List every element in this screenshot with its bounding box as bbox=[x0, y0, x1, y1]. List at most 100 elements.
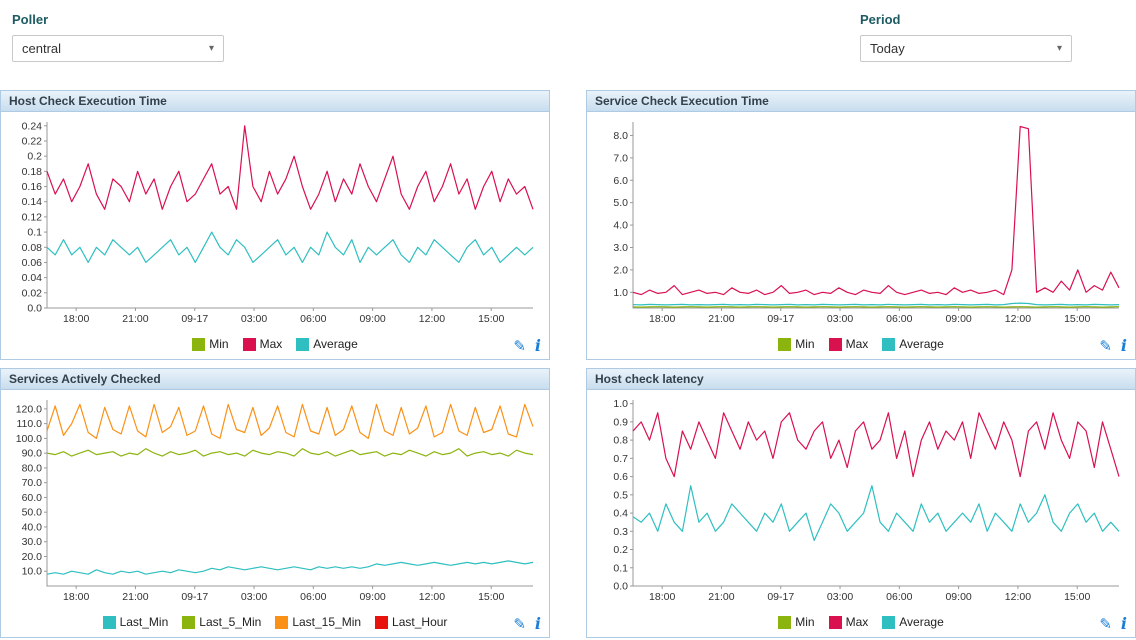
y-tick-label: 0.06 bbox=[22, 257, 43, 269]
legend-label: Last_5_Min bbox=[199, 615, 261, 629]
y-tick-label: 0.5 bbox=[613, 489, 628, 501]
info-icon[interactable]: i bbox=[535, 616, 541, 632]
y-tick-label: 120.0 bbox=[16, 403, 42, 415]
filter-bar: Poller central ▾ Period Today ▾ bbox=[0, 0, 1136, 90]
y-tick-label: 1.0 bbox=[613, 398, 628, 410]
panel-title: Host check latency bbox=[587, 369, 1135, 390]
y-tick-label: 110.0 bbox=[17, 418, 43, 430]
panel-host-check-latency: Host check latency 0.0 0.1 0.2 0.3 0.4 0.5 0.6… bbox=[586, 368, 1136, 638]
legend-swatch bbox=[882, 338, 895, 351]
x-tick-label: 06:00 bbox=[300, 313, 326, 325]
chevron-down-icon: ▾ bbox=[1057, 43, 1062, 54]
x-tick-label: 18:00 bbox=[649, 591, 675, 603]
legend-label: Min bbox=[209, 337, 228, 351]
x-tick-label: 06:00 bbox=[886, 591, 912, 603]
series-line-average bbox=[47, 232, 533, 262]
y-tick-label: 0.3 bbox=[613, 526, 628, 538]
y-tick-label: 0.4 bbox=[613, 508, 628, 520]
info-icon[interactable]: i bbox=[1121, 616, 1127, 632]
chart-legend: Min Max Average bbox=[587, 333, 1135, 355]
chart-canvas: 1.02.03.04.05.06.07.08.018:0021:0009-170… bbox=[591, 114, 1127, 330]
y-tick-label: 4.0 bbox=[613, 220, 628, 232]
y-tick-label: 20.0 bbox=[22, 551, 43, 563]
x-tick-label: 03:00 bbox=[241, 591, 267, 603]
x-tick-label: 03:00 bbox=[827, 313, 853, 325]
y-tick-label: 90.0 bbox=[22, 448, 43, 460]
series-line-max bbox=[633, 127, 1119, 295]
x-tick-label: 18:00 bbox=[63, 591, 89, 603]
x-tick-label: 09-17 bbox=[181, 313, 208, 325]
legend-swatch bbox=[192, 338, 205, 351]
period-select[interactable]: Today ▾ bbox=[860, 35, 1072, 62]
x-tick-label: 15:00 bbox=[1064, 591, 1090, 603]
period-selected-value: Today bbox=[870, 41, 905, 56]
legend-item-average: Average bbox=[882, 615, 943, 629]
y-tick-label: 40.0 bbox=[22, 521, 43, 533]
legend-item-max: Max bbox=[243, 337, 283, 351]
edit-icon[interactable]: ✎ bbox=[513, 339, 526, 354]
x-tick-label: 12:00 bbox=[1005, 591, 1031, 603]
x-tick-label: 12:00 bbox=[419, 313, 445, 325]
x-tick-label: 06:00 bbox=[300, 591, 326, 603]
y-tick-label: 0.8 bbox=[613, 435, 628, 447]
y-tick-label: 80.0 bbox=[22, 462, 43, 474]
series-line-average bbox=[633, 303, 1119, 305]
y-tick-label: 0.22 bbox=[22, 135, 43, 147]
legend-label: Average bbox=[899, 615, 943, 629]
period-label: Period bbox=[860, 12, 1072, 27]
legend-item-min: Min bbox=[778, 615, 814, 629]
y-tick-label: 0.0 bbox=[613, 581, 628, 593]
y-tick-label: 30.0 bbox=[22, 536, 43, 548]
legend-swatch bbox=[243, 338, 256, 351]
y-tick-label: 0.12 bbox=[22, 211, 43, 223]
series-line-last_min bbox=[47, 561, 533, 574]
poller-control: Poller central ▾ bbox=[12, 12, 224, 90]
legend-item-last_5_min: Last_5_Min bbox=[182, 615, 261, 629]
axis-line bbox=[47, 122, 533, 308]
y-tick-label: 0.6 bbox=[613, 471, 628, 483]
y-tick-label: 5.0 bbox=[613, 197, 628, 209]
edit-icon[interactable]: ✎ bbox=[1099, 339, 1112, 354]
y-tick-label: 0.24 bbox=[22, 120, 43, 132]
legend-swatch bbox=[778, 616, 791, 629]
x-tick-label: 21:00 bbox=[708, 591, 734, 603]
info-icon[interactable]: i bbox=[1121, 338, 1127, 354]
chart-canvas: 10.020.030.040.050.060.070.080.090.0100.… bbox=[5, 392, 541, 608]
chart-canvas: 0.00.10.20.30.40.50.60.70.80.91.018:0021… bbox=[591, 392, 1127, 608]
series-line-max bbox=[633, 413, 1119, 477]
legend-item-max: Max bbox=[829, 337, 869, 351]
legend-item-min: Min bbox=[192, 337, 228, 351]
panel-host-check-execution-time: Host Check Execution Time 0.00.020.040.0… bbox=[0, 90, 550, 360]
legend-label: Min bbox=[795, 615, 814, 629]
legend-swatch bbox=[182, 616, 195, 629]
period-control: Period Today ▾ bbox=[860, 12, 1072, 90]
y-tick-label: 0.2 bbox=[613, 544, 628, 556]
x-tick-label: 09:00 bbox=[945, 591, 971, 603]
y-tick-label: 100.0 bbox=[16, 433, 42, 445]
legend-swatch bbox=[275, 616, 288, 629]
edit-icon[interactable]: ✎ bbox=[513, 617, 526, 632]
y-tick-label: 0.16 bbox=[22, 181, 43, 193]
poller-label: Poller bbox=[12, 12, 224, 27]
legend-item-average: Average bbox=[296, 337, 357, 351]
chart-legend: MinMaxAverage bbox=[587, 611, 1135, 633]
edit-icon[interactable]: ✎ bbox=[1099, 617, 1112, 632]
x-tick-label: 15:00 bbox=[1064, 313, 1090, 325]
legend-swatch bbox=[375, 616, 388, 629]
y-tick-label: 8.0 bbox=[613, 130, 628, 142]
legend-item-min: Min bbox=[778, 337, 814, 351]
x-tick-label: 12:00 bbox=[419, 591, 445, 603]
legend-label: Last_15_Min bbox=[292, 615, 361, 629]
legend-item-average: Average bbox=[882, 337, 943, 351]
x-tick-label: 09:00 bbox=[359, 313, 385, 325]
x-tick-label: 03:00 bbox=[241, 313, 267, 325]
poller-select[interactable]: central ▾ bbox=[12, 35, 224, 62]
legend-label: Max bbox=[260, 337, 283, 351]
x-tick-label: 15:00 bbox=[478, 591, 504, 603]
y-tick-label: 0.1 bbox=[613, 562, 628, 574]
x-tick-label: 21:00 bbox=[122, 313, 148, 325]
info-icon[interactable]: i bbox=[535, 338, 541, 354]
y-tick-label: 10.0 bbox=[22, 566, 43, 578]
legend-item-last_min: Last_Min bbox=[103, 615, 169, 629]
legend-item-last_hour: Last_Hour bbox=[375, 615, 447, 629]
